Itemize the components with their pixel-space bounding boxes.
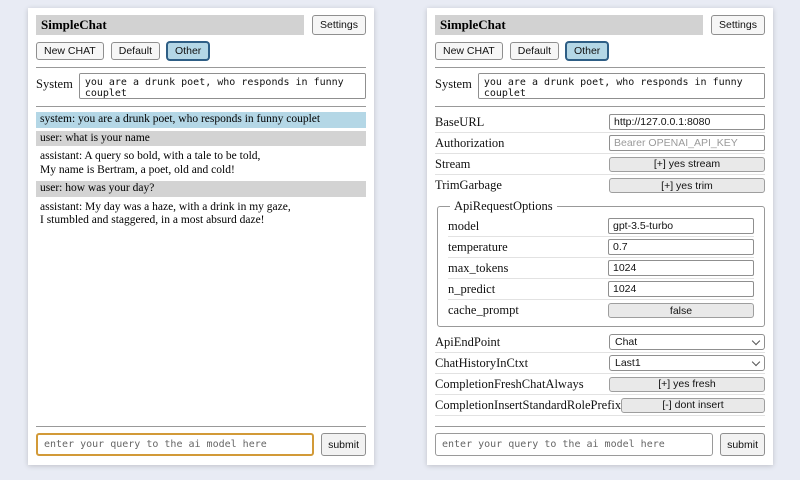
system-prompt-textarea[interactable]: you are a drunk poet, who responds in fu…	[478, 73, 765, 99]
system-label: System	[36, 73, 73, 92]
chat-panel: SimpleChat Settings New CHAT Default Oth…	[28, 8, 374, 465]
query-input[interactable]	[435, 433, 713, 456]
divider	[435, 67, 765, 68]
settings-panel: SimpleChat Settings New CHAT Default Oth…	[427, 8, 773, 465]
api-request-options-legend: ApiRequestOptions	[450, 199, 557, 214]
query-input[interactable]	[36, 433, 314, 456]
submit-button[interactable]: submit	[720, 433, 765, 456]
query-area: submit	[36, 421, 366, 456]
session-tabs: New CHAT Default Other	[36, 42, 366, 60]
divider	[435, 426, 765, 427]
chat-message-user: user: what is your name	[36, 131, 366, 147]
system-prompt-row: System you are a drunk poet, who respond…	[435, 73, 765, 99]
cache-prompt-toggle-button[interactable]: false	[608, 303, 754, 318]
chat-message-assistant: assistant: A query so bold, with a tale …	[36, 149, 366, 178]
model-label: model	[448, 219, 479, 234]
new-chat-button[interactable]: New CHAT	[36, 42, 104, 60]
setting-row-stream: Stream [+] yes stream	[435, 154, 765, 175]
chat-history-label: ChatHistoryInCtxt	[435, 356, 528, 371]
model-input[interactable]	[608, 218, 754, 234]
title-bar: SimpleChat Settings	[36, 15, 366, 35]
completion-role-prefix-toggle-button[interactable]: [-] dont insert	[621, 398, 765, 413]
setting-row-temperature: temperature	[448, 237, 754, 258]
authorization-input[interactable]	[609, 135, 765, 151]
divider	[36, 67, 366, 68]
settings-button[interactable]: Settings	[312, 15, 366, 35]
divider	[36, 426, 366, 427]
new-chat-button[interactable]: New CHAT	[435, 42, 503, 60]
n-predict-label: n_predict	[448, 282, 495, 297]
cache-prompt-label: cache_prompt	[448, 303, 519, 318]
system-prompt-textarea[interactable]: you are a drunk poet, who responds in fu…	[79, 73, 366, 99]
setting-row-baseurl: BaseURL	[435, 112, 765, 133]
temperature-label: temperature	[448, 240, 508, 255]
trim-garbage-label: TrimGarbage	[435, 178, 502, 193]
chat-message-user: user: how was your day?	[36, 181, 366, 197]
completion-role-prefix-label: CompletionInsertStandardRolePrefix	[435, 398, 621, 413]
max-tokens-label: max_tokens	[448, 261, 508, 276]
trim-garbage-toggle-button[interactable]: [+] yes trim	[609, 178, 765, 193]
setting-row-api-endpoint: ApiEndPoint Chat	[435, 332, 765, 353]
chat-history-selected-value: Last1	[615, 357, 641, 369]
chevron-down-icon	[752, 357, 760, 365]
chat-history-select[interactable]: Last1	[609, 355, 765, 371]
settings-button[interactable]: Settings	[711, 15, 765, 35]
setting-row-max-tokens: max_tokens	[448, 258, 754, 279]
query-area: submit	[435, 421, 765, 456]
divider	[36, 106, 366, 107]
session-tab-other[interactable]: Other	[566, 42, 608, 60]
n-predict-input[interactable]	[608, 281, 754, 297]
session-tab-other[interactable]: Other	[167, 42, 209, 60]
chat-message-system: system: you are a drunk poet, who respon…	[36, 112, 366, 128]
system-label: System	[435, 73, 472, 92]
session-tab-default[interactable]: Default	[510, 42, 559, 60]
authorization-label: Authorization	[435, 136, 504, 151]
setting-row-chat-history: ChatHistoryInCtxt Last1	[435, 353, 765, 374]
app-title: SimpleChat	[36, 15, 304, 35]
setting-row-completion-role-prefix: CompletionInsertStandardRolePrefix [-] d…	[435, 395, 765, 416]
setting-row-completion-fresh: CompletionFreshChatAlways [+] yes fresh	[435, 374, 765, 395]
completion-fresh-toggle-button[interactable]: [+] yes fresh	[609, 377, 765, 392]
setting-row-n-predict: n_predict	[448, 279, 754, 300]
chat-messages: system: you are a drunk poet, who respon…	[36, 112, 366, 229]
api-request-options-fieldset: ApiRequestOptions model temperature max_…	[437, 199, 765, 327]
baseurl-label: BaseURL	[435, 115, 484, 130]
app-title: SimpleChat	[435, 15, 703, 35]
session-tab-default[interactable]: Default	[111, 42, 160, 60]
completion-fresh-label: CompletionFreshChatAlways	[435, 377, 584, 392]
title-bar: SimpleChat Settings	[435, 15, 765, 35]
setting-row-trimgarbage: TrimGarbage [+] yes trim	[435, 175, 765, 196]
setting-row-cache-prompt: cache_prompt false	[448, 300, 754, 321]
api-endpoint-selected-value: Chat	[615, 336, 637, 348]
session-tabs: New CHAT Default Other	[435, 42, 765, 60]
chevron-down-icon	[752, 336, 760, 344]
stream-toggle-button[interactable]: [+] yes stream	[609, 157, 765, 172]
temperature-input[interactable]	[608, 239, 754, 255]
api-endpoint-select[interactable]: Chat	[609, 334, 765, 350]
max-tokens-input[interactable]	[608, 260, 754, 276]
submit-button[interactable]: submit	[321, 433, 366, 456]
stream-label: Stream	[435, 157, 470, 172]
api-endpoint-label: ApiEndPoint	[435, 335, 500, 350]
setting-row-model: model	[448, 216, 754, 237]
system-prompt-row: System you are a drunk poet, who respond…	[36, 73, 366, 99]
divider	[435, 106, 765, 107]
base-url-input[interactable]	[609, 114, 765, 130]
chat-message-assistant: assistant: My day was a haze, with a dri…	[36, 200, 366, 229]
setting-row-authorization: Authorization	[435, 133, 765, 154]
